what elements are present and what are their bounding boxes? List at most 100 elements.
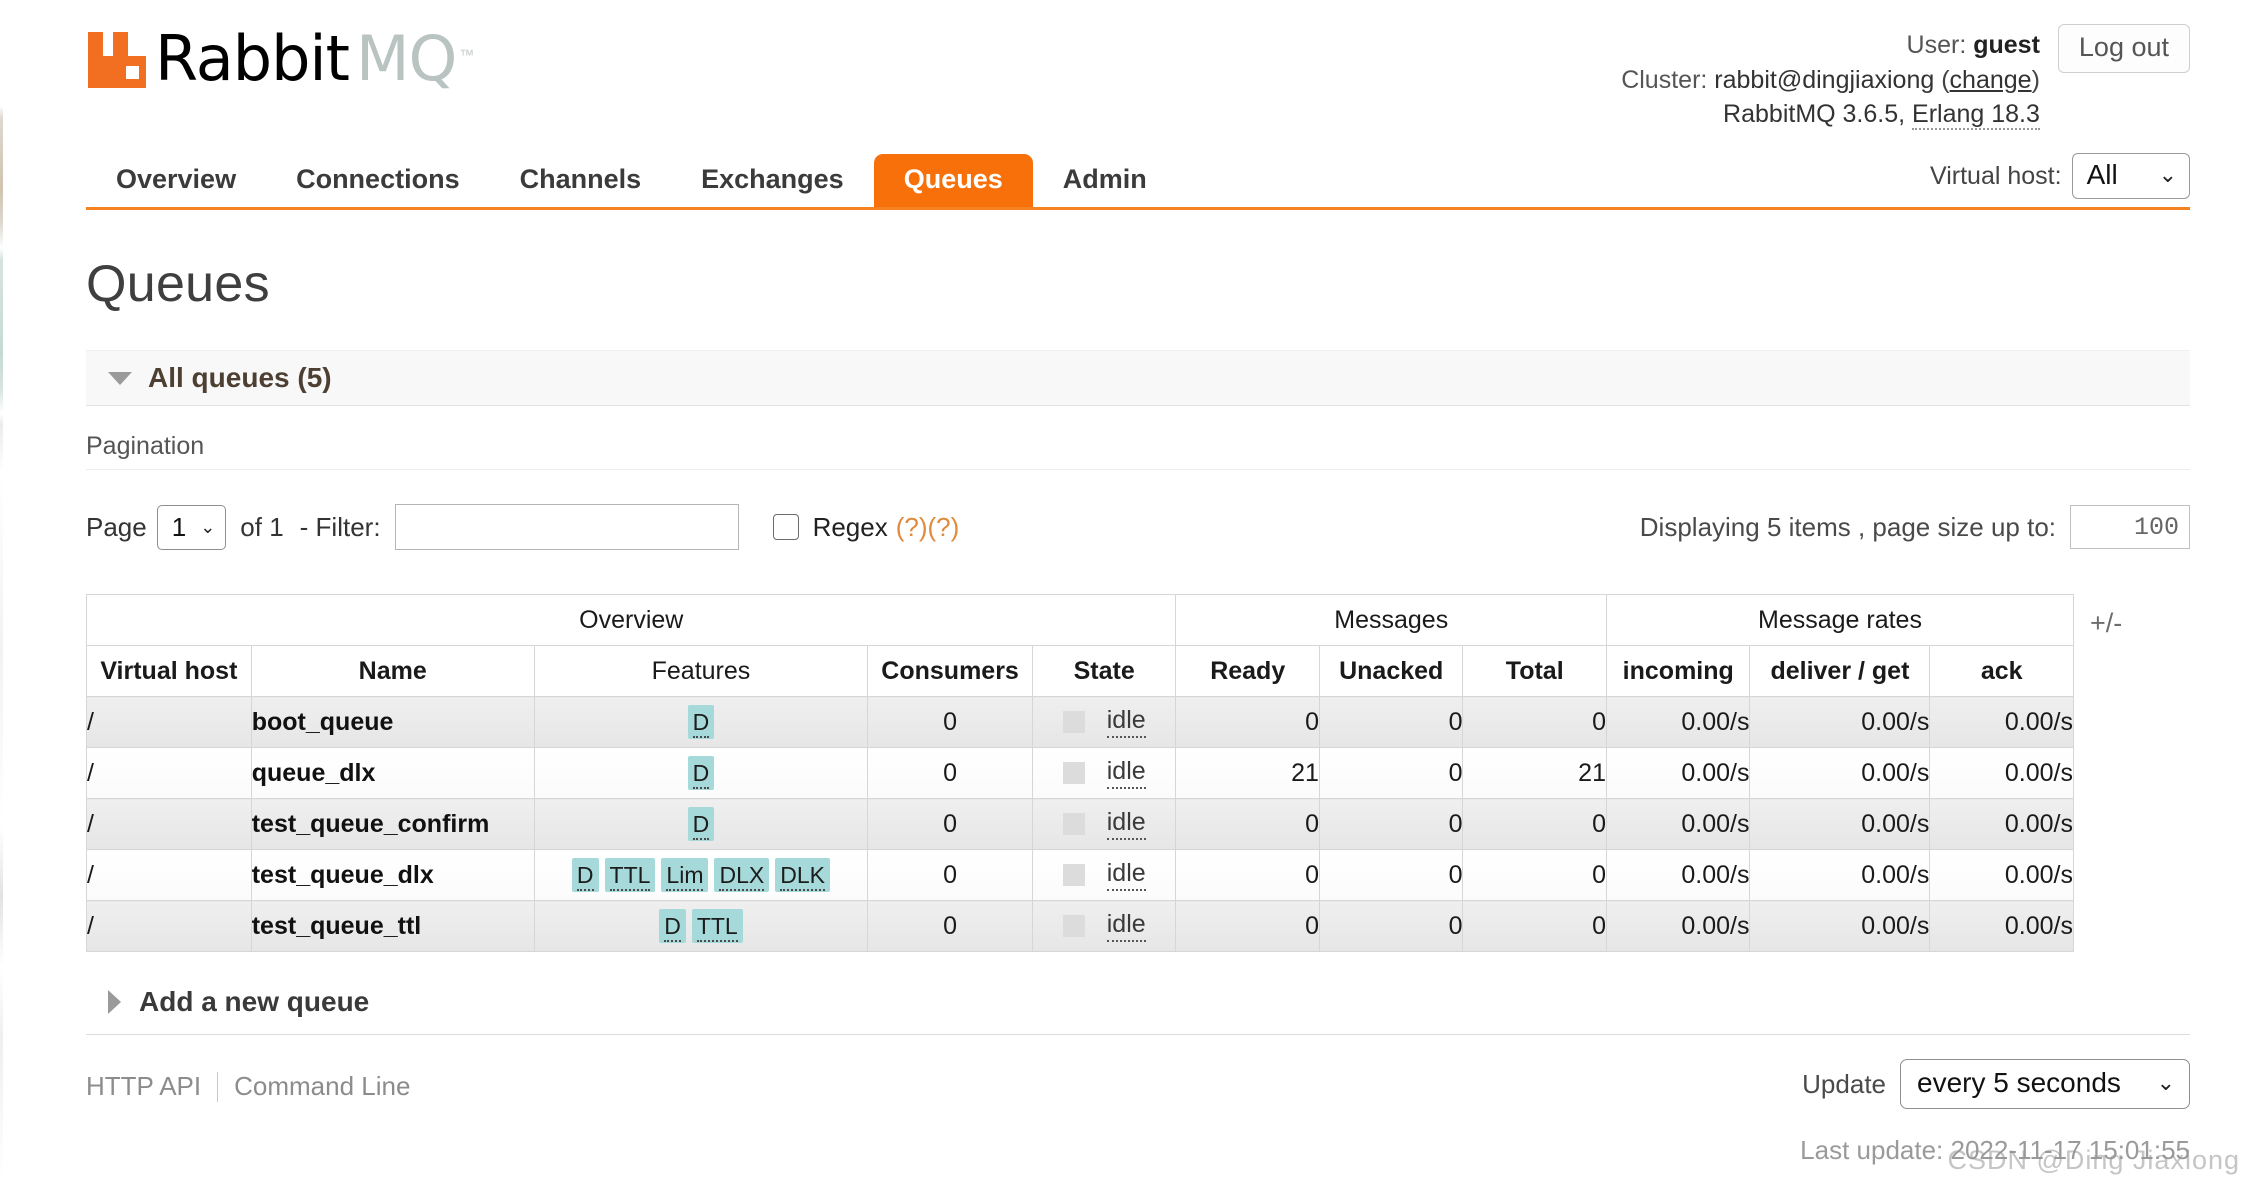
erlang-version-link[interactable]: Erlang 18.3 [1912,100,2040,130]
all-queues-section-header[interactable]: All queues (5) [86,350,2190,406]
column-state[interactable]: State [1031,645,1177,697]
tab-connections[interactable]: Connections [266,154,490,207]
version-line: RabbitMQ 3.6.5, Erlang 18.3 [1621,97,2040,132]
table-column-header-row: Virtual host Name Features Consumers Sta… [86,645,2074,697]
feature-badge-d[interactable]: D [687,705,715,739]
queue-name-link[interactable]: test_queue_ttl [252,912,421,940]
queue-name-link[interactable]: test_queue_confirm [252,810,490,838]
tab-channels[interactable]: Channels [490,154,672,207]
cell-queue-name[interactable]: test_queue_dlx [250,849,535,901]
filter-label: - Filter: [299,511,381,542]
feature-badge-d[interactable]: D [659,909,686,943]
regex-group: Regex (?) (?) [772,512,960,543]
help-icon-2[interactable]: (?) [928,512,960,543]
feature-badge-dlx[interactable]: DLX [714,858,770,892]
feature-badge-lim[interactable]: Lim [661,858,709,892]
logout-button[interactable]: Log out [2057,24,2190,73]
state-square-icon [1062,711,1085,733]
page-title: Queues [86,255,270,313]
cell-state: idle [1031,696,1177,748]
state-label[interactable]: idle [1106,808,1146,840]
page-size-input[interactable] [2070,505,2190,549]
cell-queue-name[interactable]: test_queue_confirm [250,798,535,850]
cell-features: D TTL [533,900,869,952]
logo-text-mq: MQ [355,22,457,95]
cell-ready: 0 [1175,849,1320,901]
column-consumers[interactable]: Consumers [867,645,1033,697]
page-number-select[interactable]: 1 ⌄ [156,504,227,550]
feature-badge-d[interactable]: D [687,807,715,841]
chevron-down-icon: ⌄ [200,516,216,537]
state-square-icon [1062,762,1085,784]
cluster-change-link[interactable]: change [1950,66,2032,94]
cell-consumers: 0 [867,900,1033,952]
rabbitmq-management-page: Rabbit MQ ™ User: guest Cluster: rabbit@… [0,0,2244,1180]
column-ready[interactable]: Ready [1175,645,1320,697]
rabbitmq-logo[interactable]: Rabbit MQ ™ [86,28,474,90]
toggle-columns-button[interactable]: +/- [2090,608,2122,639]
update-interval-group: Update every 5 seconds ⌄ [1800,1059,2190,1109]
tab-admin[interactable]: Admin [1033,154,1177,207]
triangle-down-icon [108,371,132,385]
tab-exchanges[interactable]: Exchanges [671,154,874,207]
column-ack[interactable]: ack [1929,645,2074,697]
page-header: Rabbit MQ ™ User: guest Cluster: rabbit@… [86,0,2190,150]
feature-badge-label: TTL [696,913,738,943]
queue-name-link[interactable]: boot_queue [252,708,394,736]
page-number-value: 1 [171,511,187,542]
add-new-queue-section[interactable]: Add a new queue [86,986,2190,1035]
cell-total: 0 [1462,900,1607,952]
cell-incoming: 0.00/s [1605,900,1751,952]
column-virtual-host[interactable]: Virtual host [86,645,252,697]
add-new-queue-label: Add a new queue [139,986,370,1017]
cell-queue-name[interactable]: test_queue_ttl [250,900,535,952]
displaying-group: Displaying 5 items , page size up to: [1640,505,2190,549]
update-interval-value: every 5 seconds [1917,1067,2121,1098]
cell-consumers: 0 [867,747,1033,799]
cell-queue-name[interactable]: queue_dlx [250,747,535,799]
feature-badge-label: DLX [719,862,765,892]
feature-badge-label: D [692,709,710,739]
queue-name-link[interactable]: test_queue_dlx [252,861,434,889]
state-label[interactable]: idle [1106,910,1146,942]
cell-queue-name[interactable]: boot_queue [250,696,535,748]
queue-name-link[interactable]: queue_dlx [252,759,376,787]
state-label[interactable]: idle [1106,757,1146,789]
feature-badge-label: D [576,862,594,892]
feature-badge-d[interactable]: D [687,756,715,790]
queues-table-wrap: +/- Overview Messages Message rates Virt… [85,594,2190,952]
column-unacked[interactable]: Unacked [1318,645,1464,697]
cell-state: idle [1031,798,1177,850]
footer-divider [217,1071,219,1102]
column-total[interactable]: Total [1462,645,1607,697]
update-label: Update [1802,1068,1886,1099]
filter-input[interactable] [394,504,739,550]
feature-badge-ttl[interactable]: TTL [604,858,656,892]
logo-text-rabbit: Rabbit [155,22,350,95]
regex-checkbox[interactable] [772,514,799,540]
state-label[interactable]: idle [1106,706,1146,738]
cluster-line: Cluster: rabbit@dingjiaxiong (change) [1621,65,2040,94]
http-api-link[interactable]: HTTP API [86,1071,201,1102]
column-incoming[interactable]: incoming [1605,645,1751,697]
cell-virtual-host: / [86,849,252,901]
group-header-overview: Overview [85,594,1177,646]
cell-ack: 0.00/s [1929,849,2074,901]
state-label[interactable]: idle [1106,859,1146,891]
last-update-text: Last update: 2022-11-17 15:01:55 [1800,1135,2190,1165]
tab-queues[interactable]: Queues [873,154,1033,207]
help-icon-1[interactable]: (?) [896,512,928,543]
feature-badge-dlk[interactable]: DLK [775,858,830,892]
cell-ack: 0.00/s [1929,696,2074,748]
tab-overview[interactable]: Overview [86,154,266,207]
feature-badge-d[interactable]: D [571,858,599,892]
feature-badge-ttl[interactable]: TTL [691,909,743,943]
table-row: / test_queue_dlx D TTL Lim DLX DLK 0 idle 0 0 0 0.00… [86,849,2074,901]
column-name[interactable]: Name [250,645,535,697]
virtual-host-select[interactable]: All ⌄ [2071,153,2190,199]
cell-virtual-host: / [86,798,252,850]
update-interval-select[interactable]: every 5 seconds ⌄ [1900,1059,2190,1109]
state-indicator-group: idle [1033,799,1176,849]
command-line-link[interactable]: Command Line [234,1071,410,1102]
column-deliver-get[interactable]: deliver / get [1749,645,1931,697]
